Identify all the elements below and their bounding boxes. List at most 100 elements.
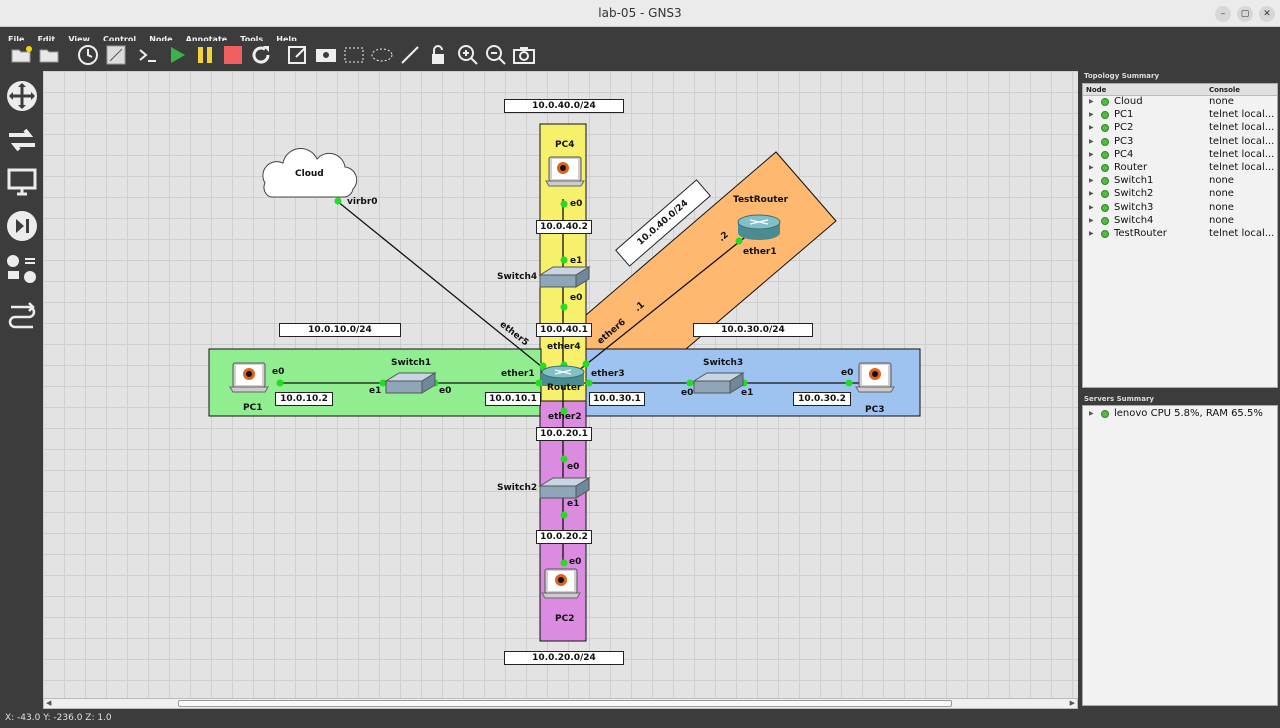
snapshot-icon[interactable] <box>104 43 128 67</box>
expand-icon[interactable]: ▶ <box>1089 164 1094 171</box>
edit-note-icon[interactable] <box>286 43 310 67</box>
topology-row[interactable]: ▶ Switch1 none <box>1083 175 1277 188</box>
topology-row[interactable]: ▶ Cloud none <box>1083 96 1277 109</box>
minimize-icon[interactable]: – <box>1215 6 1231 22</box>
expand-icon[interactable]: ▶ <box>1089 410 1094 417</box>
topology-canvas[interactable]: 10.0.40.0/24 Cloud PC4 TestRouter Switch… <box>43 71 1078 698</box>
expand-icon[interactable]: ▶ <box>1089 151 1094 158</box>
topology-row[interactable]: ▶ Switch3 none <box>1083 202 1277 215</box>
topology-row[interactable]: ▶ Switch4 none <box>1083 215 1277 228</box>
pc4-icon[interactable] <box>545 156 585 187</box>
note-net30[interactable]: 10.0.30.0/24 <box>693 323 813 337</box>
pause-icon[interactable] <box>193 43 217 67</box>
zoom-out-icon[interactable] <box>484 43 508 67</box>
note-ip-r20[interactable]: 10.0.20.1 <box>536 427 592 441</box>
note-net20-bottom[interactable]: 10.0.20.0/24 <box>504 651 624 665</box>
router-label[interactable]: Router <box>547 383 581 393</box>
line-icon[interactable] <box>398 43 422 67</box>
image-icon[interactable] <box>314 43 338 67</box>
note-net10[interactable]: 10.0.10.0/24 <box>279 323 401 337</box>
switch-icon[interactable] <box>5 123 39 157</box>
scroll-thumb[interactable] <box>178 700 952 707</box>
note-net40-top[interactable]: 10.0.40.0/24 <box>504 99 624 113</box>
header-console[interactable]: Console <box>1209 86 1240 94</box>
topology-row[interactable]: ▶ PC2 telnet local... <box>1083 122 1277 135</box>
server-row[interactable]: ▶ lenovo CPU 5.8%, RAM 65.5% <box>1083 408 1277 421</box>
status-dot-icon <box>1101 137 1109 146</box>
switch2-icon[interactable] <box>538 477 591 499</box>
link-icon[interactable] <box>5 297 39 331</box>
switch4-label[interactable]: Switch4 <box>497 272 537 282</box>
scroll-left-icon[interactable]: ◀ <box>46 699 51 707</box>
folder-icon[interactable] <box>38 43 62 67</box>
reload-icon[interactable] <box>249 43 273 67</box>
note-ip-r30[interactable]: 10.0.30.1 <box>589 392 645 406</box>
pc3-label[interactable]: PC3 <box>865 405 884 415</box>
note-ip-pc4[interactable]: 10.0.40.2 <box>536 220 592 234</box>
expand-icon[interactable]: ▶ <box>1089 217 1094 224</box>
pc2-label[interactable]: PC2 <box>555 614 574 624</box>
status-dot-icon <box>1101 163 1109 172</box>
camera-icon[interactable] <box>512 43 536 67</box>
note-ip-pc2[interactable]: 10.0.20.2 <box>536 530 592 544</box>
topology-rows: ▶ Cloud none ▶ PC1 telnet local... ▶ PC2 telnet … <box>1083 96 1277 241</box>
topology-row[interactable]: ▶ Switch2 none <box>1083 188 1277 201</box>
lock-icon[interactable] <box>426 43 450 67</box>
switch1-label[interactable]: Switch1 <box>391 358 431 368</box>
port-sw1-e1: e1 <box>369 386 382 396</box>
security-icon[interactable] <box>5 209 39 243</box>
note-ip-pc1[interactable]: 10.0.10.2 <box>275 392 333 406</box>
switch1-icon[interactable] <box>384 372 437 394</box>
terminal-icon[interactable] <box>136 43 160 67</box>
port-pc4-e0: e0 <box>570 199 583 209</box>
all-devices-icon[interactable] <box>5 253 39 287</box>
expand-icon[interactable]: ▶ <box>1089 98 1094 105</box>
expand-icon[interactable]: ▶ <box>1089 111 1094 118</box>
topology-row[interactable]: ▶ PC4 telnet local... <box>1083 149 1277 162</box>
pc3-icon[interactable] <box>855 362 895 393</box>
maximize-icon[interactable]: ▢ <box>1237 6 1253 22</box>
rectangle-icon[interactable] <box>342 43 366 67</box>
expand-icon[interactable]: ▶ <box>1089 190 1094 197</box>
expand-icon[interactable]: ▶ <box>1089 177 1094 184</box>
stop-icon[interactable] <box>221 43 245 67</box>
testrouter-label[interactable]: TestRouter <box>733 195 788 205</box>
cloud-label[interactable]: Cloud <box>295 169 324 179</box>
scroll-right-icon[interactable]: ▶ <box>1070 699 1075 707</box>
zoom-in-icon[interactable] <box>456 43 480 67</box>
note-ip-r10[interactable]: 10.0.10.1 <box>485 392 541 406</box>
switch3-icon[interactable] <box>692 372 745 394</box>
pc2-icon[interactable] <box>541 568 581 599</box>
header-node[interactable]: Node <box>1086 86 1106 94</box>
topology-node-console: none <box>1209 214 1234 226</box>
clock-icon[interactable] <box>76 43 100 67</box>
pc1-label[interactable]: PC1 <box>243 403 262 413</box>
topology-row[interactable]: ▶ PC3 telnet local... <box>1083 136 1277 149</box>
canvas-hscrollbar[interactable]: ◀ ▶ <box>43 698 1078 709</box>
topology-row[interactable]: ▶ Router telnet local... <box>1083 162 1277 175</box>
switch3-label[interactable]: Switch3 <box>703 358 743 368</box>
pc1-icon[interactable] <box>229 362 269 393</box>
expand-icon[interactable]: ▶ <box>1089 138 1094 145</box>
expand-icon[interactable]: ▶ <box>1089 204 1094 211</box>
note-ip-pc3[interactable]: 10.0.30.2 <box>793 392 851 406</box>
note-ip-r40[interactable]: 10.0.40.1 <box>536 323 592 337</box>
router-icon[interactable] <box>5 79 39 113</box>
ellipse-icon[interactable] <box>370 43 394 67</box>
expand-icon[interactable]: ▶ <box>1089 230 1094 237</box>
expand-icon[interactable]: ▶ <box>1089 124 1094 131</box>
open-folder-icon[interactable] <box>10 43 34 67</box>
pc-icon[interactable] <box>5 165 39 199</box>
topology-row[interactable]: ▶ PC1 telnet local... <box>1083 109 1277 122</box>
testrouter-icon[interactable] <box>737 214 781 240</box>
play-icon[interactable] <box>165 43 189 67</box>
switch2-label[interactable]: Switch2 <box>497 483 537 493</box>
topology-row[interactable]: ▶ TestRouter telnet local... <box>1083 228 1277 241</box>
servers-summary-panel: ▶ lenovo CPU 5.8%, RAM 65.5% <box>1082 405 1278 706</box>
pc4-label[interactable]: PC4 <box>555 140 574 150</box>
close-icon[interactable]: ✕ <box>1259 6 1275 22</box>
status-dot-icon <box>1101 98 1109 106</box>
topology-node-name: PC2 <box>1114 122 1134 134</box>
switch4-icon[interactable] <box>538 266 591 288</box>
topology-node-name: PC1 <box>1114 109 1134 121</box>
